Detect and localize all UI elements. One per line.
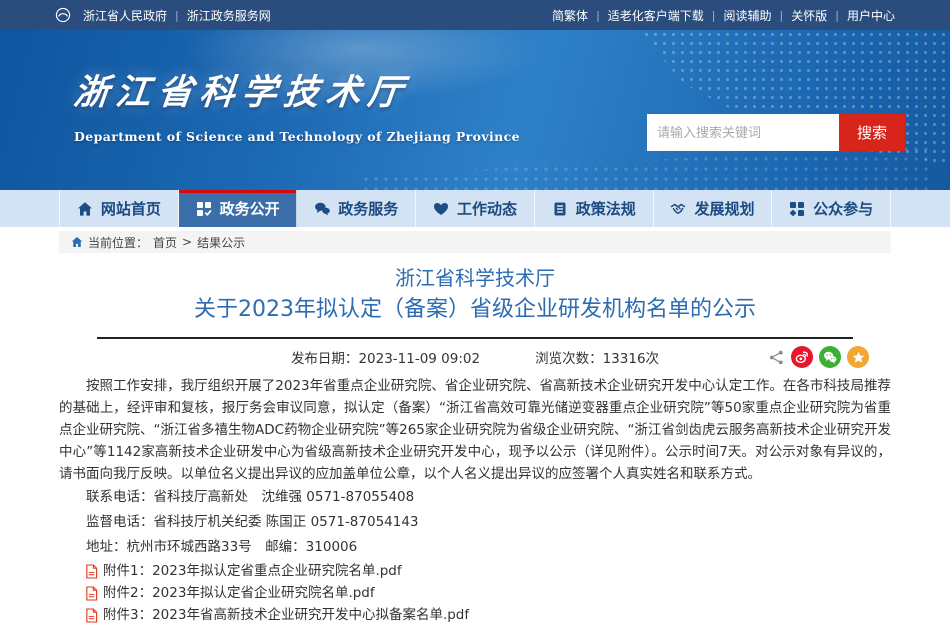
nav-item-policies[interactable]: 政策法规 — [535, 190, 654, 227]
topbar: 浙江省人民政府 浙江政务服务网 简繁体 适老化客户端下载 阅读辅助 关怀版 用户… — [0, 0, 950, 30]
article-title-agency: 浙江省科学技术厅 — [59, 265, 891, 291]
topbar-link-reading-aid[interactable]: 阅读辅助 — [724, 7, 772, 24]
article-meta: 发布日期：2023-11-09 09:02 浏览次数：13316次 — [59, 345, 891, 369]
share-bar — [768, 346, 869, 368]
nav-item-home[interactable]: 网站首页 — [59, 190, 179, 227]
topbar-left: 浙江省人民政府 浙江政务服务网 — [55, 7, 271, 24]
main-nav: 网站首页 政务公开 政务服务 工作动态 政策法规 发展规划 — [0, 190, 950, 227]
topbar-link-user-center[interactable]: 用户中心 — [847, 7, 895, 24]
nav-item-label: 政务公开 — [220, 198, 280, 219]
nav-item-public-participation[interactable]: 公众参与 — [772, 190, 891, 227]
breadcrumb: 当前位置： 首页 > 结果公示 — [59, 231, 891, 253]
nav-item-label: 网站首页 — [101, 198, 161, 219]
attachment-row: 附件2：2023年拟认定省企业研究院名单.pdf — [85, 582, 891, 604]
nav-item-label: 政务服务 — [338, 198, 398, 219]
nav-item-label: 工作动态 — [457, 198, 517, 219]
divider — [780, 8, 784, 22]
share-icon[interactable] — [768, 349, 785, 366]
breadcrumb-prefix: 当前位置： — [88, 234, 148, 251]
breadcrumb-home-link[interactable]: 首页 — [153, 234, 177, 251]
nav-item-label: 发展规划 — [694, 198, 754, 219]
breadcrumb-current: 结果公示 — [197, 234, 245, 251]
contact-phone-line: 联系电话：省科技厅高新处 沈维强 0571-87055408 — [59, 485, 891, 510]
pdf-icon — [85, 586, 98, 601]
breadcrumb-home-icon — [71, 236, 83, 248]
home-icon — [77, 201, 93, 217]
wechat-share-icon[interactable] — [819, 346, 841, 368]
content-area: 当前位置： 首页 > 结果公示 浙江省科学技术厅 关于2023年拟认定（备案）省… — [59, 231, 891, 626]
topbar-link-care-version[interactable]: 关怀版 — [791, 7, 827, 24]
topbar-link-elderly-client[interactable]: 适老化客户端下载 — [608, 7, 704, 24]
site-title: 浙江省科学技术厅 — [71, 64, 522, 115]
weibo-share-icon[interactable] — [791, 346, 813, 368]
view-count: 浏览次数：13316次 — [535, 347, 659, 367]
topbar-link-simplified-traditional[interactable]: 简繁体 — [552, 7, 588, 24]
site-brand: 浙江省科学技术厅 Department of Science and Techn… — [74, 64, 520, 144]
address-line: 地址：杭州市环城西路33号 邮编：310006 — [59, 535, 891, 560]
attachment-link-3[interactable]: 附件3：2023年省高新技术企业研究开发中心拟备案名单.pdf — [103, 604, 469, 626]
article-body-paragraph: 按照工作安排，我厅组织开展了2023年省重点企业研究院、省企业研究院、省高新技术… — [59, 375, 891, 485]
topbar-link-gov-service-net[interactable]: 浙江政务服务网 — [187, 7, 271, 24]
attachment-link-2[interactable]: 附件2：2023年拟认定省企业研究院名单.pdf — [103, 582, 375, 604]
divider — [835, 8, 839, 22]
pdf-icon — [85, 564, 98, 579]
pdf-icon — [85, 608, 98, 623]
grid-check-icon — [196, 201, 212, 217]
nav-item-gov-disclosure[interactable]: 政务公开 — [179, 190, 298, 227]
site-subtitle: Department of Science and Technology of … — [74, 129, 520, 144]
main-nav-inner: 网站首页 政务公开 政务服务 工作动态 政策法规 发展规划 — [59, 190, 891, 227]
nav-item-gov-services[interactable]: 政务服务 — [297, 190, 416, 227]
search-bar: 搜索 — [647, 114, 905, 151]
chat-bubbles-icon — [314, 201, 330, 217]
document-icon — [552, 201, 568, 217]
nav-item-label: 公众参与 — [813, 198, 873, 219]
topbar-link-provincial-gov[interactable]: 浙江省人民政府 — [83, 7, 167, 24]
header-banner: 浙江省科学技术厅 Department of Science and Techn… — [0, 30, 950, 190]
search-input[interactable] — [647, 114, 839, 151]
attachment-row: 附件1：2023年拟认定省重点企业研究院名单.pdf — [85, 560, 891, 582]
handshake-icon — [670, 201, 686, 217]
gov-portal-icon — [55, 7, 71, 23]
divider — [175, 8, 179, 22]
breadcrumb-separator: > — [182, 235, 192, 249]
divider — [712, 8, 716, 22]
heart-icon — [433, 201, 449, 217]
blocks-icon — [789, 201, 805, 217]
qzone-share-icon[interactable] — [847, 346, 869, 368]
attachment-link-1[interactable]: 附件1：2023年拟认定省重点企业研究院名单.pdf — [103, 560, 402, 582]
divider — [596, 8, 600, 22]
supervision-phone-line: 监督电话：省科技厅机关纪委 陈国正 0571-87054143 — [59, 510, 891, 535]
nav-item-work-news[interactable]: 工作动态 — [416, 190, 535, 227]
article-title-main: 关于2023年拟认定（备案）省级企业研发机构名单的公示 — [59, 295, 891, 325]
page: 浙江省人民政府 浙江政务服务网 简繁体 适老化客户端下载 阅读辅助 关怀版 用户… — [0, 0, 950, 626]
search-button[interactable]: 搜索 — [839, 114, 905, 151]
publish-date: 发布日期：2023-11-09 09:02 — [291, 347, 480, 367]
title-divider — [97, 337, 853, 339]
topbar-right: 简繁体 适老化客户端下载 阅读辅助 关怀版 用户中心 — [552, 7, 895, 24]
nav-item-label: 政策法规 — [576, 198, 636, 219]
nav-item-development-plan[interactable]: 发展规划 — [654, 190, 773, 227]
attachment-row: 附件3：2023年省高新技术企业研究开发中心拟备案名单.pdf — [85, 604, 891, 626]
